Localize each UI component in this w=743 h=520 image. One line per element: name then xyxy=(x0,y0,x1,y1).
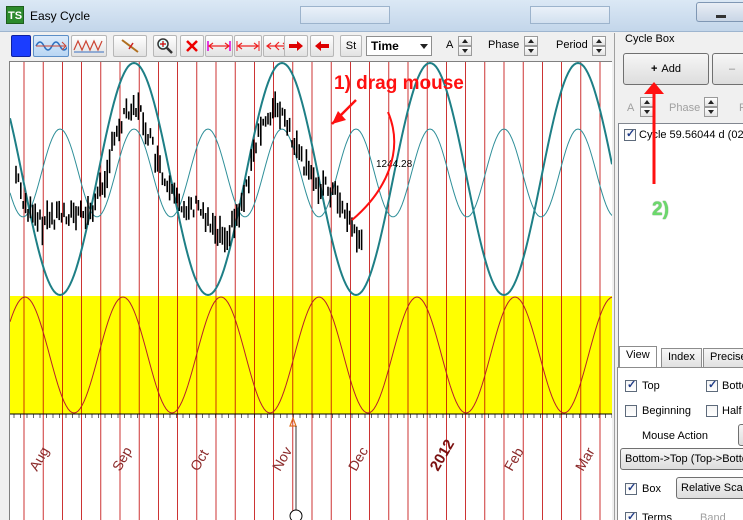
year-label-2012: 2012 xyxy=(427,437,458,474)
half-checkbox[interactable] xyxy=(706,405,718,417)
period-spinner[interactable] xyxy=(592,36,606,56)
box-label: Box xyxy=(642,483,661,495)
span-arrows-button[interactable] xyxy=(205,35,233,57)
tab-precise[interactable]: Precise xyxy=(703,348,743,367)
arrow-right-button[interactable] xyxy=(284,35,308,57)
triangle-wave-icon xyxy=(73,39,104,53)
terms-checkbox[interactable] xyxy=(625,510,637,520)
add-cycle-label: Add xyxy=(661,63,681,75)
month-label-nov: Nov xyxy=(269,444,295,474)
bottom-checkbox[interactable] xyxy=(706,378,718,392)
top-checkbox[interactable] xyxy=(625,378,637,392)
plus-icon: + xyxy=(650,63,658,75)
bottom-label: Botto xyxy=(722,380,743,392)
time-select-value: Time xyxy=(371,39,399,53)
up-arrow-icon xyxy=(644,82,664,94)
trendline-tool-button[interactable] xyxy=(113,35,147,57)
month-label-dec: Dec xyxy=(345,444,371,474)
minimize-button[interactable] xyxy=(696,2,743,22)
double-arrow-red-icon xyxy=(236,41,260,51)
a-down-icon[interactable] xyxy=(458,46,472,56)
toolbar: St Time A Phase Period xyxy=(0,33,612,61)
sine-wave-tool-button[interactable] xyxy=(33,35,69,57)
cycle-panel: Cycle Box + Add – A Phase P Cycle 59.560… xyxy=(614,33,743,520)
mouse-action-label: Mouse Action xyxy=(642,430,709,442)
annotation-step-2: 2) xyxy=(652,199,669,220)
beginning-checkbox[interactable] xyxy=(625,405,637,417)
a-up-icon[interactable] xyxy=(458,36,472,46)
relative-scale-select[interactable]: Relative Scale xyxy=(676,477,743,499)
last-price-label: 1244.28 xyxy=(376,159,413,170)
trendline-icon xyxy=(121,39,139,53)
zoom-button[interactable] xyxy=(153,35,177,57)
annotation-drag-mouse: 1) drag mouse xyxy=(334,73,464,94)
cycle-phase-label: Phase xyxy=(669,102,701,114)
month-label-mar: Mar xyxy=(572,444,598,473)
tab-index[interactable]: Index xyxy=(661,348,702,367)
red-x-icon xyxy=(186,40,198,52)
options-tabs: View Index Precise xyxy=(617,346,743,368)
phase-spinner[interactable] xyxy=(524,36,538,56)
chart-canvas[interactable]: 1244.28 Aug Sep Oct Nov Dec 2012 Feb Mar xyxy=(10,62,612,520)
color-swatch-button[interactable] xyxy=(11,35,31,57)
terms-label: Terms xyxy=(642,512,672,520)
time-axis-ticks xyxy=(13,414,612,418)
cycle-phase-down-icon[interactable] xyxy=(704,107,718,117)
phase-down-icon[interactable] xyxy=(524,46,538,56)
double-arrow-icon xyxy=(207,41,231,51)
beginning-label: Beginning xyxy=(642,405,691,417)
tab-view[interactable]: View xyxy=(619,346,657,368)
lower-cycle-band xyxy=(10,296,612,414)
view-tab-panel: Top Botto Beginning Half Y Mouse Action … xyxy=(617,367,743,520)
chevron-down-icon xyxy=(420,44,428,49)
remove-cycle-button[interactable]: – xyxy=(712,53,743,85)
period-down-icon[interactable] xyxy=(592,46,606,56)
titlebar-deco-2 xyxy=(530,6,610,24)
a-label: A xyxy=(446,39,454,51)
price-bars xyxy=(15,91,363,253)
half-label: Half Y xyxy=(722,405,743,417)
title-bar: TS Easy Cycle xyxy=(0,0,743,32)
cycle-box-title: Cycle Box xyxy=(625,33,675,45)
triangle-wave-tool-button[interactable] xyxy=(71,35,107,57)
period-label: Period xyxy=(556,39,588,51)
cycle-p-label: P xyxy=(739,102,743,114)
arrow-left-button[interactable] xyxy=(310,35,334,57)
window-title: Easy Cycle xyxy=(30,9,91,23)
arrow-right-icon xyxy=(289,41,303,51)
span-arrows-red-button[interactable] xyxy=(234,35,262,57)
period-up-icon[interactable] xyxy=(592,36,606,46)
cycle-phase-up-icon[interactable] xyxy=(704,97,718,107)
mouse-action-select[interactable]: Bottom->Top (Top->Botto xyxy=(620,448,743,470)
clock-icon xyxy=(289,509,303,520)
app-logo: TS xyxy=(6,6,24,24)
band-label: Band xyxy=(700,512,726,520)
add-arrow xyxy=(644,82,664,184)
arrow-left-icon xyxy=(315,41,329,51)
month-label-oct: Oct xyxy=(187,447,212,474)
month-label-aug: Aug xyxy=(26,444,52,474)
magnifier-icon xyxy=(157,38,173,54)
titlebar-deco xyxy=(300,6,390,24)
sine-wave-icon xyxy=(35,41,67,51)
cycle-phase-spinner[interactable] xyxy=(704,97,718,117)
delete-button[interactable] xyxy=(180,35,204,57)
box-checkbox[interactable] xyxy=(625,481,637,495)
a-spinner[interactable] xyxy=(458,36,472,56)
phase-up-icon[interactable] xyxy=(524,36,538,46)
cycle-item-checkbox[interactable] xyxy=(624,127,636,141)
top-label: Top xyxy=(642,380,660,392)
cycle-a-label: A xyxy=(627,102,635,114)
time-select[interactable]: Time xyxy=(366,36,432,56)
cycle-list[interactable]: Cycle 59.56044 d (02. xyxy=(618,123,743,371)
month-label-sep: Sep xyxy=(109,444,135,474)
mouse-action-extra-button[interactable] xyxy=(738,424,743,446)
cycle-chart[interactable]: 1244.28 Aug Sep Oct Nov Dec 2012 Feb Mar xyxy=(9,61,612,520)
phase-label: Phase xyxy=(488,39,520,51)
st-button[interactable]: St xyxy=(340,35,362,57)
